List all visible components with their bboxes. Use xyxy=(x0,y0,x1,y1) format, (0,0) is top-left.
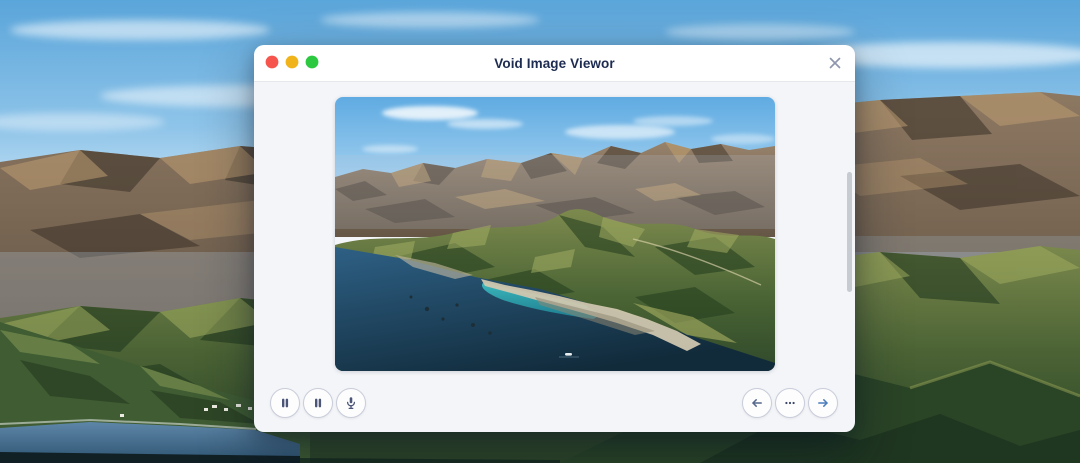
close-icon xyxy=(827,55,843,71)
arrow-left-icon xyxy=(749,395,765,411)
microphone-button[interactable] xyxy=(336,388,366,418)
minimize-traffic-button[interactable] xyxy=(286,56,299,69)
close-button[interactable] xyxy=(827,55,843,71)
ellipsis-icon xyxy=(782,395,798,411)
boat xyxy=(565,353,572,356)
back-button[interactable] xyxy=(742,388,772,418)
pause-icon xyxy=(277,395,293,411)
more-options-button[interactable] xyxy=(775,388,805,418)
window-title: Void Image Viewor xyxy=(494,56,614,71)
zoom-traffic-button[interactable] xyxy=(306,56,319,69)
landscape-photo xyxy=(335,97,775,371)
traffic-lights xyxy=(265,55,327,69)
toolbar-left xyxy=(270,388,366,418)
arrow-right-icon xyxy=(815,395,831,411)
microphone-icon xyxy=(343,395,359,411)
pause-button-2[interactable] xyxy=(303,388,333,418)
close-traffic-button[interactable] xyxy=(266,56,279,69)
pause-button-1[interactable] xyxy=(270,388,300,418)
scrollbar-thumb[interactable] xyxy=(847,172,852,292)
toolbar-right xyxy=(742,388,838,418)
window-body xyxy=(254,82,855,432)
app-window: Void Image Viewor xyxy=(254,45,855,432)
desktop: Void Image Viewor xyxy=(0,0,1080,463)
image-viewer[interactable] xyxy=(335,97,775,371)
pause-icon xyxy=(310,395,326,411)
titlebar: Void Image Viewor xyxy=(254,45,855,82)
forward-button[interactable] xyxy=(808,388,838,418)
